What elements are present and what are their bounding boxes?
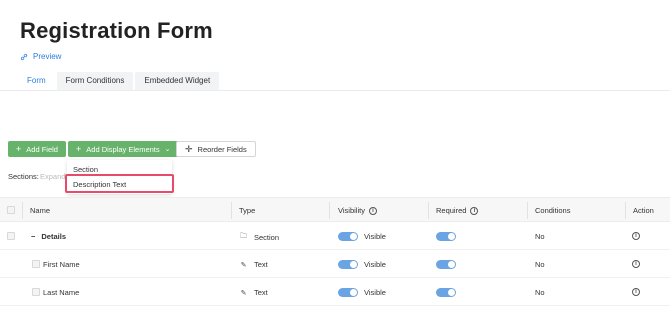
required-toggle[interactable]	[436, 232, 456, 241]
tab-form-conditions[interactable]: Form Conditions	[56, 72, 134, 90]
info-icon[interactable]: i	[470, 206, 479, 215]
preview-link[interactable]: Preview	[20, 52, 61, 61]
header-required-label: Required	[436, 206, 467, 215]
row-action-cell: i	[632, 260, 640, 268]
header-name: Name	[30, 206, 51, 215]
row-type: Text	[254, 288, 268, 297]
row-visibility: Visible	[364, 288, 386, 297]
preview-label: Preview	[33, 52, 62, 61]
reorder-fields-button[interactable]: ✛ Reorder Fields	[176, 141, 256, 157]
row-visibility: Visible	[364, 232, 386, 241]
info-icon[interactable]: i	[632, 260, 640, 268]
table-row: − Details 🗀 Section Visible No i	[0, 223, 670, 250]
column-divider	[231, 202, 232, 219]
row-type: Section	[254, 233, 280, 242]
row-name: First Name	[43, 260, 80, 269]
visibility-toggle[interactable]	[338, 288, 358, 297]
tab-embedded-widget[interactable]: Embedded Widget	[135, 72, 220, 90]
header-visibility-label: Visibility	[338, 206, 365, 215]
row-action-cell: i	[632, 288, 640, 296]
collapse-icon[interactable]: −	[31, 232, 35, 241]
page-title: Registration Form	[20, 18, 213, 43]
row-checkbox[interactable]	[7, 232, 15, 240]
row-name-cell: − Details	[31, 232, 66, 241]
reorder-fields-label: Reorder Fields	[197, 144, 247, 154]
plus-icon: +	[16, 143, 22, 154]
plus-icon: +	[76, 143, 82, 154]
column-divider	[428, 202, 429, 219]
table-header: Name Type Visibility i Required i Condit…	[0, 197, 670, 222]
row-visibility-cell: Visible	[338, 288, 386, 297]
folder-icon: 🗀	[240, 233, 247, 240]
header-action: Action	[633, 206, 654, 215]
row-required-cell	[436, 260, 456, 269]
row-type-cell: ✎ Text	[239, 260, 268, 269]
add-field-button[interactable]: + Add Field	[8, 141, 66, 157]
row-type-cell: 🗀 Section	[239, 232, 279, 243]
column-divider	[329, 202, 330, 219]
add-display-elements-label: Add Display Elements	[86, 144, 160, 154]
column-divider	[527, 202, 528, 219]
column-divider	[22, 202, 23, 219]
column-divider	[625, 202, 626, 219]
visibility-toggle[interactable]	[338, 232, 358, 241]
row-conditions: No	[535, 288, 545, 297]
row-visibility-cell: Visible	[338, 260, 386, 269]
row-type: Text	[254, 260, 268, 269]
add-field-label: Add Field	[26, 144, 58, 154]
info-icon[interactable]: i	[368, 206, 377, 215]
row-conditions: No	[535, 232, 545, 241]
row-required-cell	[436, 288, 456, 297]
row-name: Last Name	[43, 288, 80, 297]
pencil-icon: ✎	[240, 289, 247, 297]
row-checkbox[interactable]	[32, 260, 40, 268]
link-icon	[20, 53, 28, 60]
table-row: First Name ✎ Text Visible No i	[0, 251, 670, 278]
row-type-cell: ✎ Text	[239, 288, 268, 297]
row-visibility: Visible	[364, 260, 386, 269]
table-row: Last Name ✎ Text Visible No i	[0, 279, 670, 306]
chevron-down-icon: ⌄	[164, 146, 171, 153]
row-required-cell	[436, 232, 456, 241]
required-toggle[interactable]	[436, 260, 456, 269]
tab-bar: Form Form Conditions Embedded Widget	[18, 72, 221, 90]
sections-label: Sections:	[8, 172, 39, 181]
tab-form[interactable]: Form	[18, 72, 55, 90]
header-conditions: Conditions	[535, 206, 571, 215]
info-icon[interactable]: i	[632, 232, 640, 240]
move-icon: ✛	[185, 143, 193, 154]
required-toggle[interactable]	[436, 288, 456, 297]
row-name: Details	[41, 232, 66, 241]
menu-item-section[interactable]: Section	[73, 165, 98, 174]
tabs-divider	[0, 90, 670, 91]
sections-expand[interactable]: Expand	[40, 172, 65, 181]
pencil-icon: ✎	[240, 261, 247, 269]
header-required: Required i	[436, 206, 479, 215]
add-display-elements-button[interactable]: + Add Display Elements ⌄	[68, 141, 179, 157]
header-visibility: Visibility i	[338, 206, 377, 215]
select-all-checkbox[interactable]	[7, 206, 15, 214]
info-icon[interactable]: i	[632, 288, 640, 296]
row-visibility-cell: Visible	[338, 232, 386, 241]
row-action-cell: i	[632, 232, 640, 240]
header-type: Type	[239, 206, 256, 215]
row-conditions: No	[535, 260, 545, 269]
highlight-box	[65, 174, 174, 193]
row-checkbox[interactable]	[32, 288, 40, 296]
visibility-toggle[interactable]	[338, 260, 358, 269]
